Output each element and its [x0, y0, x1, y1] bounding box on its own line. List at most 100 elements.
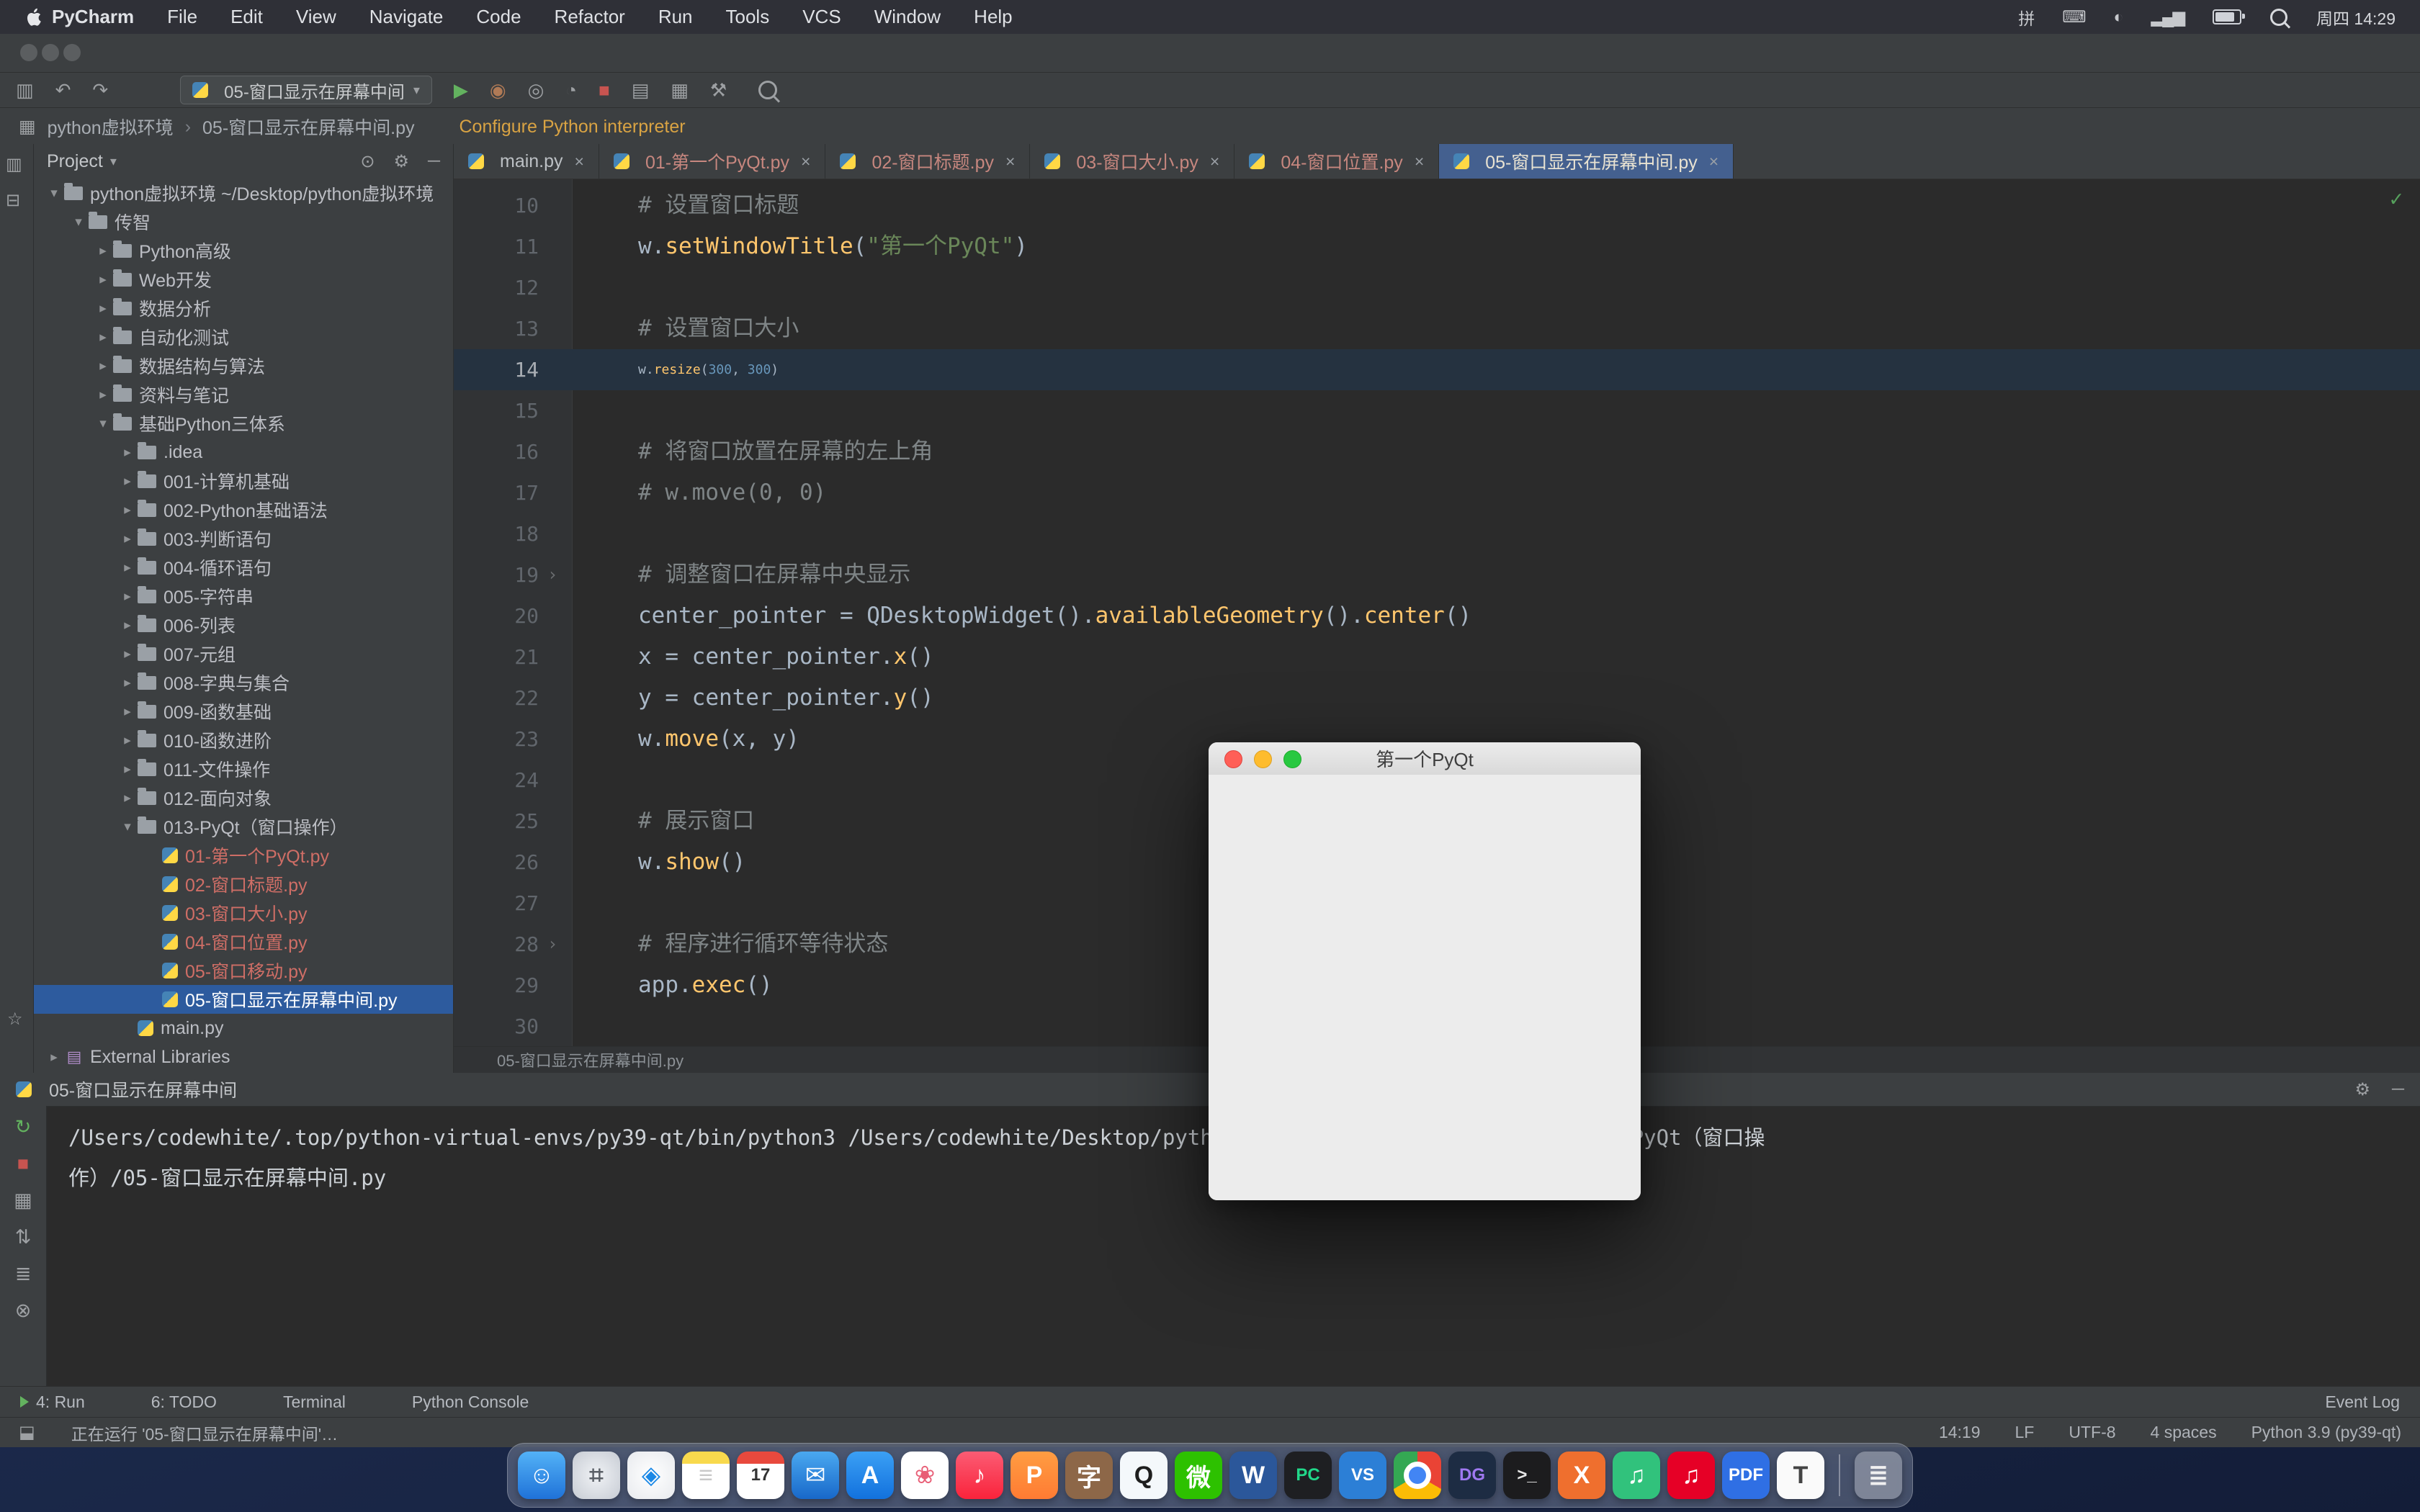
menu-item-help[interactable]: Help — [974, 6, 1012, 28]
menu-item-pycharm[interactable]: PyCharm — [52, 6, 134, 28]
tab-close-icon[interactable]: × — [1709, 152, 1718, 171]
tree-item[interactable]: ▸.idea — [34, 438, 453, 467]
line-number[interactable]: 15 — [454, 390, 539, 431]
tab-active[interactable]: 05-窗口显示在屏幕中间.py× — [1439, 144, 1734, 179]
tree-item[interactable]: ▸007-元组 — [34, 639, 453, 668]
inspections-ok-icon[interactable]: ✓ — [2390, 186, 2403, 212]
dock-chrome[interactable] — [1394, 1452, 1441, 1499]
tree-item[interactable]: ▸003-判断语句 — [34, 524, 453, 553]
tree-expand-icon[interactable]: ▸ — [93, 358, 113, 374]
settings-icon[interactable]: ⚙ — [2354, 1079, 2370, 1100]
breadcrumb-item[interactable]: python虚拟环境 — [48, 114, 174, 140]
tree-item[interactable]: ▾基础Python三体系 — [34, 409, 453, 438]
tree-item[interactable]: ▸数据结构与算法 — [34, 351, 453, 380]
pyqt-minimize-button[interactable] — [1254, 750, 1272, 768]
tree-item[interactable]: ▸Python高级 — [34, 236, 453, 265]
tree-expand-icon[interactable]: ▸ — [117, 732, 138, 749]
line-number[interactable]: 24 — [454, 760, 539, 801]
dock-safari[interactable]: ◈ — [627, 1452, 675, 1499]
tree-expand-icon[interactable]: ▸ — [117, 473, 138, 490]
dock-keynote[interactable]: P — [1010, 1452, 1058, 1499]
star-icon[interactable]: ☆ — [7, 1009, 23, 1030]
status-widget-0[interactable]: 14:19 — [1939, 1423, 1981, 1442]
tool-button-run[interactable]: 4: Run — [20, 1392, 85, 1412]
tree-expand-icon[interactable]: ▸ — [117, 646, 138, 662]
dock-app-store[interactable]: A — [846, 1452, 894, 1499]
menu-item-run[interactable]: Run — [658, 6, 693, 28]
dock-vscode[interactable]: VS — [1339, 1452, 1386, 1499]
dock-photos[interactable]: ❀ — [901, 1452, 949, 1499]
stop-button[interactable]: ■ — [17, 1153, 29, 1175]
hide-icon[interactable]: ─ — [428, 151, 440, 172]
tool-windows-toggle-icon[interactable]: ⬓ — [19, 1422, 35, 1443]
line-number[interactable]: 29 — [454, 965, 539, 1006]
tree-expand-icon[interactable]: ▸ — [117, 761, 138, 778]
tree-item-selected[interactable]: 05-窗口显示在屏幕中间.py — [34, 985, 453, 1014]
line-number[interactable]: 22 — [454, 678, 539, 719]
dock-notes[interactable]: ≡ — [682, 1452, 730, 1499]
dock-mail[interactable]: ✉ — [792, 1452, 839, 1499]
line-number[interactable]: 30 — [454, 1006, 539, 1046]
tree-item[interactable]: ▸012-面向对象 — [34, 783, 453, 812]
status-widget-4[interactable]: Python 3.9 (py39-qt) — [2251, 1423, 2401, 1442]
dock-pycharm[interactable]: PC — [1284, 1452, 1332, 1499]
favorites-tool-button[interactable]: 2: Favorites — [0, 904, 3, 986]
display-icon[interactable]: ◐ — [2113, 7, 2122, 27]
chevron-down-icon[interactable]: ▾ — [110, 154, 117, 169]
pyqt-app-window[interactable]: 第一个PyQt — [1209, 742, 1641, 1200]
pyqt-title-bar[interactable]: 第一个PyQt — [1209, 742, 1641, 775]
line-number[interactable]: 12 — [454, 267, 539, 308]
tree-expand-icon[interactable]: ▸ — [117, 502, 138, 518]
tree-item[interactable]: ▸自动化测试 — [34, 323, 453, 351]
line-number[interactable]: 28 — [454, 924, 539, 965]
menu-bar-clock[interactable]: 周四 14:29 — [2316, 5, 2396, 30]
menu-item-tools[interactable]: Tools — [726, 6, 770, 28]
tab[interactable]: main.py× — [454, 144, 599, 179]
line-number[interactable]: 14 — [454, 349, 539, 390]
tree-expand-icon[interactable]: ▾ — [68, 214, 89, 230]
breadcrumb-item[interactable]: 05-窗口显示在屏幕中间.py — [202, 114, 414, 140]
tree-expand-icon[interactable]: ▸ — [117, 444, 138, 461]
dock-qq[interactable]: Q — [1120, 1452, 1168, 1499]
tool-button-terminal[interactable]: Terminal — [283, 1392, 346, 1412]
tool-button-python-console[interactable]: Python Console — [412, 1392, 529, 1412]
line-number[interactable]: 21 — [454, 636, 539, 678]
line-number[interactable]: 19 — [454, 554, 539, 595]
menu-item-view[interactable]: View — [296, 6, 336, 28]
dock-netease-music[interactable]: ♫ — [1667, 1452, 1715, 1499]
tab[interactable]: 03-窗口大小.py× — [1030, 144, 1234, 179]
settings-icon[interactable]: ⚙ — [393, 151, 409, 172]
tab-close-icon[interactable]: × — [801, 152, 810, 171]
tree-item[interactable]: 05-窗口移动.py — [34, 956, 453, 985]
tab-close-icon[interactable]: × — [1005, 152, 1015, 171]
dock-pdf-expert[interactable]: PDF — [1722, 1452, 1770, 1499]
tree-item[interactable]: ▸005-字符串 — [34, 582, 453, 611]
line-number[interactable]: 11 — [454, 226, 539, 267]
tree-item[interactable]: ▸Web开发 — [34, 265, 453, 294]
dock-wechat[interactable]: 微 — [1175, 1452, 1222, 1499]
tree-item[interactable]: ▾传智 — [34, 207, 453, 236]
tree-item[interactable]: ▸002-Python基础语法 — [34, 495, 453, 524]
tool-button-event-log[interactable]: Event Log — [2325, 1392, 2400, 1412]
menu-item-window[interactable]: Window — [874, 6, 941, 28]
profiler-button[interactable]: ◔ — [565, 79, 577, 102]
input-source-icon[interactable]: 拼 — [2018, 5, 2033, 30]
line-number[interactable]: 16 — [454, 431, 539, 472]
settings-wrench-button[interactable]: ⚒ — [710, 79, 727, 102]
status-widget-1[interactable]: LF — [2015, 1423, 2035, 1442]
dock-calendar[interactable]: 17 — [737, 1452, 784, 1499]
dock-launchpad[interactable]: ⌗ — [573, 1452, 620, 1499]
tree-expand-icon[interactable]: ▸ — [117, 703, 138, 720]
menu-item-code[interactable]: Code — [476, 6, 521, 28]
tree-item[interactable]: ▸008-字典与集合 — [34, 668, 453, 697]
tree-item[interactable]: ▾013-PyQt（窗口操作） — [34, 812, 453, 841]
line-number[interactable]: 20 — [454, 595, 539, 636]
tree-item[interactable]: ▸数据分析 — [34, 294, 453, 323]
dock-xmind[interactable]: X — [1558, 1452, 1605, 1499]
run-configuration-select[interactable]: 05-窗口显示在屏幕中间 ▾ — [180, 76, 432, 104]
tree-expand-icon[interactable]: ▸ — [117, 588, 138, 605]
tree-expand-icon[interactable]: ▸ — [93, 387, 113, 403]
redo-icon[interactable]: ↷ — [92, 79, 108, 102]
tree-expand-icon[interactable]: ▸ — [117, 617, 138, 634]
tree-expand-icon[interactable]: ▾ — [117, 819, 138, 835]
